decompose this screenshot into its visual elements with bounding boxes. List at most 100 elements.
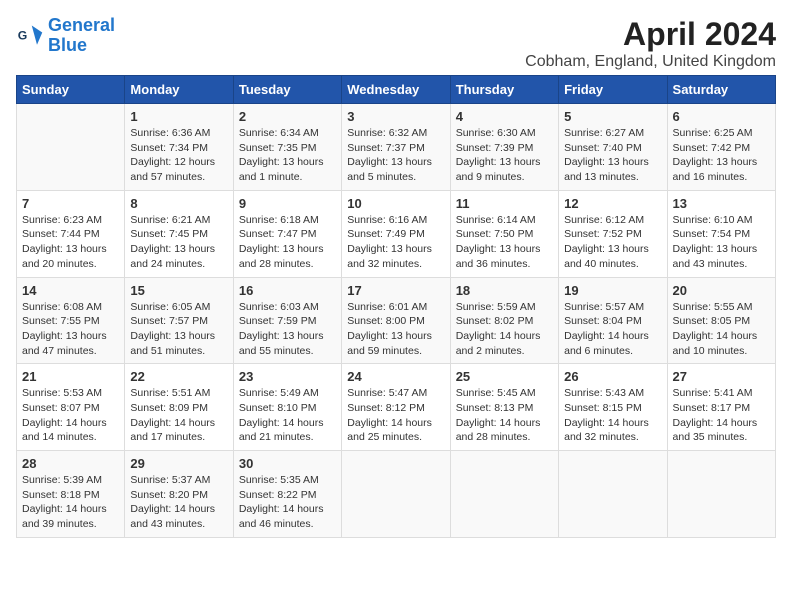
header-monday: Monday bbox=[125, 76, 233, 104]
header-tuesday: Tuesday bbox=[233, 76, 341, 104]
calendar-cell: 27 Sunrise: 5:41 AMSunset: 8:17 PMDayligh… bbox=[667, 364, 775, 451]
logo: G General Blue bbox=[16, 16, 115, 56]
calendar-week-2: 14 Sunrise: 6:08 AMSunset: 7:55 PMDayligh… bbox=[17, 277, 776, 364]
day-number: 7 bbox=[22, 196, 119, 211]
calendar-cell: 5 Sunrise: 6:27 AMSunset: 7:40 PMDaylight… bbox=[559, 104, 667, 191]
calendar-cell: 12Sunrise: 6:12 AMSunset: 7:52 PMDayligh… bbox=[559, 190, 667, 277]
calendar-cell: 9 Sunrise: 6:18 AMSunset: 7:47 PMDaylight… bbox=[233, 190, 341, 277]
header-sunday: Sunday bbox=[17, 76, 125, 104]
cell-info: Sunrise: 5:59 AMSunset: 8:02 PMDaylight:… bbox=[456, 300, 553, 359]
logo-icon: G bbox=[16, 22, 44, 50]
cell-info: Sunrise: 6:14 AMSunset: 7:50 PMDaylight:… bbox=[456, 213, 553, 272]
day-number: 29 bbox=[130, 456, 227, 471]
cell-info: Sunrise: 6:03 AMSunset: 7:59 PMDaylight:… bbox=[239, 300, 336, 359]
cell-info: Sunrise: 6:36 AMSunset: 7:34 PMDaylight:… bbox=[130, 126, 227, 185]
day-number: 15 bbox=[130, 283, 227, 298]
cell-info: Sunrise: 5:37 AMSunset: 8:20 PMDaylight:… bbox=[130, 473, 227, 532]
day-number: 17 bbox=[347, 283, 444, 298]
cell-info: Sunrise: 6:10 AMSunset: 7:54 PMDaylight:… bbox=[673, 213, 770, 272]
calendar-cell: 21 Sunrise: 5:53 AMSunset: 8:07 PMDayligh… bbox=[17, 364, 125, 451]
calendar-cell: 28Sunrise: 5:39 AMSunset: 8:18 PMDayligh… bbox=[17, 451, 125, 538]
calendar-cell: 22 Sunrise: 5:51 AMSunset: 8:09 PMDayligh… bbox=[125, 364, 233, 451]
day-number: 8 bbox=[130, 196, 227, 211]
day-number: 6 bbox=[673, 109, 770, 124]
cell-info: Sunrise: 5:41 AMSunset: 8:17 PMDaylight:… bbox=[673, 386, 770, 445]
cell-info: Sunrise: 6:32 AMSunset: 7:37 PMDaylight:… bbox=[347, 126, 444, 185]
svg-text:G: G bbox=[18, 28, 28, 42]
calendar-cell: 17 Sunrise: 6:01 AMSunset: 8:00 PMDayligh… bbox=[342, 277, 450, 364]
calendar-cell: 24Sunrise: 5:47 AMSunset: 8:12 PMDayligh… bbox=[342, 364, 450, 451]
calendar-cell: 8Sunrise: 6:21 AMSunset: 7:45 PMDaylight… bbox=[125, 190, 233, 277]
day-number: 13 bbox=[673, 196, 770, 211]
day-number: 19 bbox=[564, 283, 661, 298]
logo-text: General Blue bbox=[48, 16, 115, 56]
cell-info: Sunrise: 5:55 AMSunset: 8:05 PMDaylight:… bbox=[673, 300, 770, 359]
header-thursday: Thursday bbox=[450, 76, 558, 104]
calendar-table: SundayMondayTuesdayWednesdayThursdayFrid… bbox=[16, 75, 776, 538]
day-number: 1 bbox=[130, 109, 227, 124]
calendar-cell: 13 Sunrise: 6:10 AMSunset: 7:54 PMDayligh… bbox=[667, 190, 775, 277]
cell-info: Sunrise: 5:49 AMSunset: 8:10 PMDaylight:… bbox=[239, 386, 336, 445]
calendar-cell: 30 Sunrise: 5:35 AMSunset: 8:22 PMDayligh… bbox=[233, 451, 341, 538]
cell-info: Sunrise: 5:43 AMSunset: 8:15 PMDaylight:… bbox=[564, 386, 661, 445]
day-number: 3 bbox=[347, 109, 444, 124]
calendar-week-3: 21 Sunrise: 5:53 AMSunset: 8:07 PMDayligh… bbox=[17, 364, 776, 451]
calendar-header-row: SundayMondayTuesdayWednesdayThursdayFrid… bbox=[17, 76, 776, 104]
day-number: 4 bbox=[456, 109, 553, 124]
calendar-cell bbox=[559, 451, 667, 538]
day-number: 11 bbox=[456, 196, 553, 211]
day-number: 25 bbox=[456, 369, 553, 384]
calendar-cell: 3 Sunrise: 6:32 AMSunset: 7:37 PMDaylight… bbox=[342, 104, 450, 191]
calendar-cell: 20 Sunrise: 5:55 AMSunset: 8:05 PMDayligh… bbox=[667, 277, 775, 364]
calendar-cell: 23Sunrise: 5:49 AMSunset: 8:10 PMDayligh… bbox=[233, 364, 341, 451]
day-number: 14 bbox=[22, 283, 119, 298]
calendar-cell: 1 Sunrise: 6:36 AMSunset: 7:34 PMDaylight… bbox=[125, 104, 233, 191]
calendar-cell bbox=[667, 451, 775, 538]
day-number: 2 bbox=[239, 109, 336, 124]
cell-info: Sunrise: 6:18 AMSunset: 7:47 PMDaylight:… bbox=[239, 213, 336, 272]
cell-info: Sunrise: 5:35 AMSunset: 8:22 PMDaylight:… bbox=[239, 473, 336, 532]
calendar-cell bbox=[17, 104, 125, 191]
calendar-cell: 7Sunrise: 6:23 AMSunset: 7:44 PMDaylight… bbox=[17, 190, 125, 277]
day-number: 28 bbox=[22, 456, 119, 471]
cell-info: Sunrise: 6:30 AMSunset: 7:39 PMDaylight:… bbox=[456, 126, 553, 185]
cell-info: Sunrise: 5:47 AMSunset: 8:12 PMDaylight:… bbox=[347, 386, 444, 445]
calendar-week-0: 1 Sunrise: 6:36 AMSunset: 7:34 PMDaylight… bbox=[17, 104, 776, 191]
calendar-cell: 25Sunrise: 5:45 AMSunset: 8:13 PMDayligh… bbox=[450, 364, 558, 451]
calendar-cell: 2 Sunrise: 6:34 AMSunset: 7:35 PMDaylight… bbox=[233, 104, 341, 191]
day-number: 16 bbox=[239, 283, 336, 298]
day-number: 9 bbox=[239, 196, 336, 211]
calendar-cell: 6 Sunrise: 6:25 AMSunset: 7:42 PMDaylight… bbox=[667, 104, 775, 191]
cell-info: Sunrise: 5:57 AMSunset: 8:04 PMDaylight:… bbox=[564, 300, 661, 359]
cell-info: Sunrise: 5:51 AMSunset: 8:09 PMDaylight:… bbox=[130, 386, 227, 445]
cell-info: Sunrise: 6:08 AMSunset: 7:55 PMDaylight:… bbox=[22, 300, 119, 359]
calendar-cell: 26 Sunrise: 5:43 AMSunset: 8:15 PMDayligh… bbox=[559, 364, 667, 451]
calendar-cell: 29 Sunrise: 5:37 AMSunset: 8:20 PMDayligh… bbox=[125, 451, 233, 538]
day-number: 10 bbox=[347, 196, 444, 211]
calendar-cell: 10 Sunrise: 6:16 AMSunset: 7:49 PMDayligh… bbox=[342, 190, 450, 277]
cell-info: Sunrise: 6:25 AMSunset: 7:42 PMDaylight:… bbox=[673, 126, 770, 185]
calendar-cell bbox=[342, 451, 450, 538]
cell-info: Sunrise: 5:53 AMSunset: 8:07 PMDaylight:… bbox=[22, 386, 119, 445]
calendar-week-1: 7Sunrise: 6:23 AMSunset: 7:44 PMDaylight… bbox=[17, 190, 776, 277]
cell-info: Sunrise: 6:34 AMSunset: 7:35 PMDaylight:… bbox=[239, 126, 336, 185]
day-number: 26 bbox=[564, 369, 661, 384]
header-wednesday: Wednesday bbox=[342, 76, 450, 104]
day-number: 12 bbox=[564, 196, 661, 211]
cell-info: Sunrise: 6:01 AMSunset: 8:00 PMDaylight:… bbox=[347, 300, 444, 359]
day-number: 27 bbox=[673, 369, 770, 384]
calendar-cell: 18Sunrise: 5:59 AMSunset: 8:02 PMDayligh… bbox=[450, 277, 558, 364]
cell-info: Sunrise: 6:27 AMSunset: 7:40 PMDaylight:… bbox=[564, 126, 661, 185]
day-number: 5 bbox=[564, 109, 661, 124]
header-saturday: Saturday bbox=[667, 76, 775, 104]
day-number: 20 bbox=[673, 283, 770, 298]
subtitle: Cobham, England, United Kingdom bbox=[525, 53, 776, 71]
calendar-cell: 11 Sunrise: 6:14 AMSunset: 7:50 PMDayligh… bbox=[450, 190, 558, 277]
cell-info: Sunrise: 6:16 AMSunset: 7:49 PMDaylight:… bbox=[347, 213, 444, 272]
calendar-cell bbox=[450, 451, 558, 538]
day-number: 30 bbox=[239, 456, 336, 471]
day-number: 22 bbox=[130, 369, 227, 384]
calendar-cell: 15Sunrise: 6:05 AMSunset: 7:57 PMDayligh… bbox=[125, 277, 233, 364]
day-number: 21 bbox=[22, 369, 119, 384]
header-friday: Friday bbox=[559, 76, 667, 104]
